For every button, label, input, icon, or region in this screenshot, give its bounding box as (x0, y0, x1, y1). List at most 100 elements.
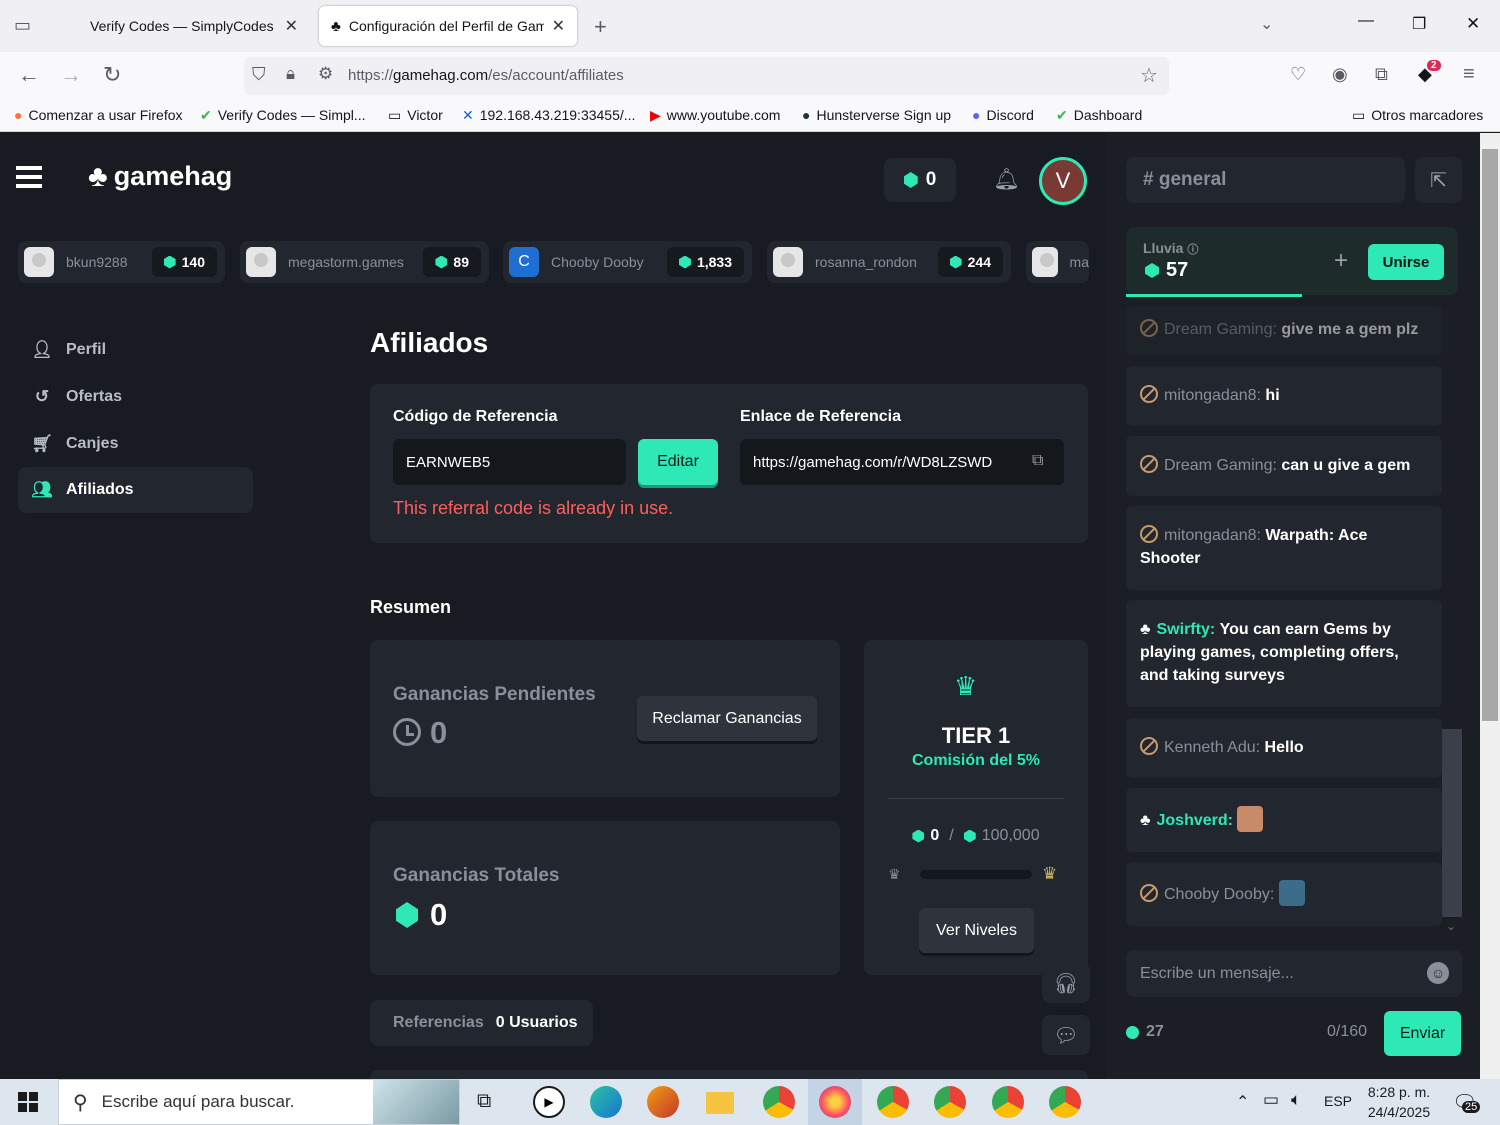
url-text[interactable]: https://gamehag.com/es/account/affiliate… (348, 67, 624, 84)
tab-list-icon[interactable]: ▭ (14, 15, 31, 36)
gem-icon (903, 172, 918, 188)
emoji-icon[interactable]: ☺ (1427, 962, 1449, 984)
fl-studio-icon[interactable] (647, 1086, 679, 1118)
close-tab-icon[interactable]: ✕ (285, 16, 298, 36)
chevron-down-icon[interactable]: ⌄ (1260, 14, 1273, 34)
chat-bubble-icon[interactable]: 💬︎ (1042, 1015, 1090, 1055)
bookmark-verify-codes[interactable]: ✔ Verify Codes — Simpl... (200, 107, 366, 123)
pending-value: 0 (430, 715, 448, 750)
referral-code-input[interactable]: EARNWEB5 (393, 439, 626, 485)
bell-icon[interactable]: 🔔︎ (993, 168, 1020, 192)
gem-balance[interactable]: 0 (884, 158, 956, 202)
account-icon[interactable]: ◉ (1332, 64, 1348, 85)
user-pill[interactable]: bkun9288 140 (18, 241, 225, 283)
bookmark-dashboard[interactable]: ✔ Dashboard (1056, 107, 1142, 123)
hamburger-menu-icon[interactable] (16, 166, 42, 188)
chat-message-input[interactable]: Escribe un mensaje... (1126, 950, 1462, 997)
rain-progress (1126, 294, 1302, 297)
clock-icon (393, 718, 421, 746)
claim-earnings-button[interactable]: Reclamar Ganancias (637, 696, 817, 741)
channel-selector[interactable]: # general (1126, 157, 1405, 203)
minimize-icon[interactable]: — (1358, 12, 1374, 30)
tab-verify-codes[interactable]: Verify Codes — SimplyCodes ✕ (78, 6, 310, 46)
scrollbar-thumb[interactable] (1482, 149, 1498, 721)
support-headset-icon[interactable]: 🎧︎ (1042, 963, 1090, 1003)
language-indicator[interactable]: ESP (1324, 1093, 1352, 1109)
user-gem-count: 1,833 (666, 247, 744, 277)
file-explorer-icon[interactable] (706, 1092, 734, 1114)
bookmark-ip[interactable]: ✕ 192.168.43.219:33455/... (462, 107, 635, 123)
edge-icon[interactable] (590, 1086, 622, 1118)
user-pill[interactable]: megastorm.games 89 (240, 241, 489, 283)
pocket-icon[interactable]: ♡ (1290, 64, 1306, 85)
user-pill[interactable]: ma (1026, 241, 1089, 283)
avatar[interactable]: V (1039, 157, 1087, 205)
chat-message: Kenneth Adu: Hello (1126, 718, 1442, 778)
referral-link-input[interactable]: https://gamehag.com/r/WD8LZSWD (740, 439, 1064, 485)
reload-icon[interactable]: ↻ (103, 62, 121, 88)
tier-progress-bar (920, 870, 1032, 879)
chrome-icon[interactable] (1049, 1086, 1081, 1118)
sidebar-item-ofertas[interactable]: ↺ Ofertas (18, 374, 253, 420)
user-avatar (1032, 247, 1058, 277)
search-highlight-image (373, 1080, 459, 1124)
sidebar-item-perfil[interactable]: 👤︎ Perfil (18, 327, 253, 373)
shield-icon[interactable]: ⛉ (252, 64, 266, 85)
extensions-icon[interactable]: ⧉ (1375, 64, 1388, 85)
chrome-icon[interactable] (934, 1086, 966, 1118)
task-view-icon[interactable]: ⧉ (477, 1090, 491, 1113)
user-avatar (24, 247, 54, 277)
new-tab-icon[interactable]: + (594, 14, 607, 40)
total-label: Ganancias Totales (393, 865, 560, 886)
plus-icon[interactable]: + (1334, 247, 1348, 275)
windows-start-icon[interactable] (18, 1092, 38, 1112)
user-pill[interactable]: C Chooby Dooby 1,833 (503, 241, 752, 283)
menu-icon[interactable]: ≡ (1463, 63, 1475, 86)
restore-icon[interactable]: ❐ (1412, 14, 1426, 34)
bookmark-firefox[interactable]: ● Comenzar a usar Firefox (14, 107, 183, 123)
send-button[interactable]: Enviar (1384, 1011, 1461, 1056)
external-link-icon[interactable]: ⇱ (1415, 157, 1462, 203)
volume-icon[interactable]: 🔈︎ (1291, 1090, 1301, 1110)
chevron-down-icon[interactable]: ⌄ (1446, 919, 1456, 933)
firefox-icon[interactable] (819, 1086, 851, 1118)
close-window-icon[interactable]: ✕ (1466, 14, 1480, 34)
bookmark-victor[interactable]: ▭ Victor (388, 107, 443, 123)
gamehag-logo-icon: ♣ (88, 159, 108, 193)
chat-message: Dream Gaming: give me a gem plz (1126, 306, 1442, 355)
bookmark-discord[interactable]: ● Discord (972, 107, 1034, 123)
bookmark-youtube[interactable]: ▶ www.youtube.com (650, 107, 780, 123)
sidebar-item-canjes[interactable]: 🛒︎ Canjes (18, 421, 253, 467)
media-player-icon[interactable]: ▶ (533, 1086, 565, 1118)
taskbar-search[interactable]: ⚲ Escribe aquí para buscar. (58, 1079, 460, 1125)
chrome-icon[interactable] (877, 1086, 909, 1118)
close-tab-icon[interactable]: ✕ (552, 16, 565, 36)
logo[interactable]: ♣ gamehag (88, 161, 232, 192)
back-icon[interactable]: ← (18, 62, 40, 88)
copy-icon[interactable]: ⧉ (1032, 452, 1043, 470)
error-message: This referral code is already in use. (393, 498, 674, 518)
user-pill[interactable]: rosanna_rondon 244 (767, 241, 1011, 283)
info-icon[interactable]: ⓘ (1187, 244, 1198, 256)
chat-scrollbar[interactable] (1442, 729, 1462, 917)
join-rain-button[interactable]: Unirse (1368, 244, 1444, 280)
sidebar-item-afiliados[interactable]: 👥︎ Afiliados (18, 467, 253, 513)
gamehag-logo-icon: ♣ (1140, 621, 1151, 638)
referral-link-label: Enlace de Referencia (740, 408, 901, 425)
edit-button[interactable]: Editar (638, 439, 718, 485)
clock[interactable]: 8:28 p. m. 24/4/2025 (1362, 1082, 1436, 1122)
forward-icon[interactable]: → (60, 62, 82, 88)
star-icon[interactable]: ☆ (1140, 63, 1158, 88)
summary-title: Resumen (370, 597, 452, 617)
referral-code-label: Código de Referencia (393, 408, 558, 425)
view-levels-button[interactable]: Ver Niveles (919, 908, 1034, 953)
bookmark-hunsterverse[interactable]: ● Hunsterverse Sign up (802, 107, 951, 123)
permissions-icon[interactable]: ⚙ (318, 64, 333, 84)
chrome-icon[interactable] (992, 1086, 1024, 1118)
chrome-icon[interactable] (763, 1086, 795, 1118)
lock-icon[interactable]: 🔒︎ (286, 64, 295, 84)
chevron-up-icon[interactable]: ⌃ (1236, 1092, 1249, 1112)
network-icon[interactable]: ▭ (1263, 1090, 1279, 1110)
tab-gamehag[interactable]: ♣ Configuración del Perfil de Gam ✕ (319, 6, 577, 46)
bookmark-other[interactable]: ▭ Otros marcadores (1352, 107, 1483, 123)
